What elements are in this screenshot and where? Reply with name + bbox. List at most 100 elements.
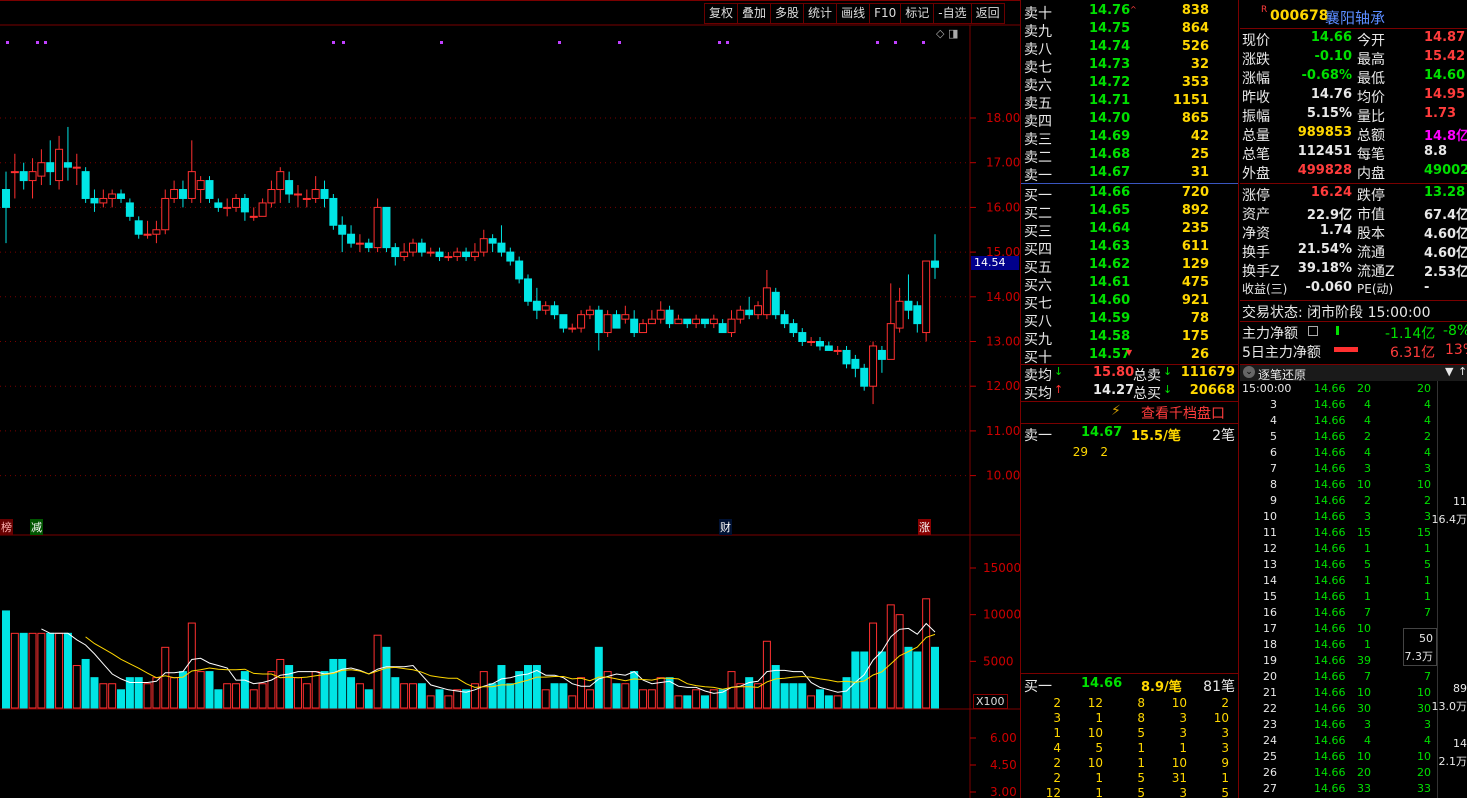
volume-bar[interactable]	[541, 689, 550, 709]
volume-bar[interactable]	[302, 683, 311, 709]
candle[interactable]	[373, 206, 382, 249]
volume-bar[interactable]	[674, 695, 683, 709]
candle[interactable]	[426, 251, 435, 254]
buy-level-row[interactable]: 买九 14.58 175	[1023, 329, 1237, 348]
candle[interactable]	[931, 260, 939, 268]
volume-bar[interactable]	[479, 671, 488, 709]
candle[interactable]	[338, 224, 347, 235]
volume-bar[interactable]	[515, 671, 524, 709]
volume-bar[interactable]	[683, 695, 692, 709]
candle[interactable]	[833, 349, 842, 352]
buy-level-row[interactable]: 买一 14.66 720	[1023, 185, 1237, 204]
candle[interactable]	[37, 162, 46, 177]
candle[interactable]	[99, 197, 108, 204]
marker-rank[interactable]: 榜	[0, 519, 13, 535]
volume-bar[interactable]	[780, 683, 789, 709]
candle[interactable]	[55, 148, 64, 182]
candle[interactable]	[789, 323, 798, 334]
volume-bar[interactable]	[267, 671, 276, 709]
volume-bar[interactable]	[877, 651, 886, 709]
volume-bar[interactable]	[391, 677, 400, 709]
candle[interactable]	[745, 309, 754, 316]
candle[interactable]	[355, 242, 364, 245]
candle[interactable]	[621, 314, 630, 320]
info-icon[interactable]	[1308, 326, 1318, 336]
candle[interactable]	[869, 345, 878, 387]
candle[interactable]	[524, 278, 533, 302]
volume-bar[interactable]	[692, 689, 701, 709]
toolbar-button[interactable]: 返回	[970, 3, 1005, 24]
candle[interactable]	[196, 180, 205, 191]
candle[interactable]	[10, 171, 19, 174]
volume-bar[interactable]	[497, 665, 506, 709]
candle[interactable]	[152, 229, 161, 235]
flow5-row[interactable]: 5日主力净额 6.31亿 13%	[1242, 342, 1467, 361]
volume-bar[interactable]	[700, 695, 709, 709]
candle[interactable]	[700, 318, 709, 325]
volume-bar[interactable]	[196, 671, 205, 709]
volume-bar[interactable]	[276, 658, 285, 709]
candle[interactable]	[568, 327, 577, 330]
candle[interactable]	[559, 314, 568, 329]
candle[interactable]	[718, 323, 727, 334]
toolbar-button[interactable]: 画线	[836, 3, 871, 24]
candle[interactable]	[293, 193, 302, 196]
candle[interactable]	[347, 233, 356, 244]
candle[interactable]	[285, 180, 294, 195]
candle[interactable]	[780, 314, 789, 325]
volume-bar[interactable]	[577, 677, 586, 709]
volume-bar[interactable]	[10, 632, 19, 709]
candle[interactable]	[232, 197, 241, 208]
candle[interactable]	[754, 305, 763, 316]
volume-bar[interactable]	[444, 695, 453, 709]
candle[interactable]	[329, 197, 338, 226]
candle[interactable]	[249, 215, 258, 218]
volume-bar[interactable]	[19, 632, 28, 709]
marker-finance[interactable]: 财	[719, 519, 732, 535]
candle[interactable]	[470, 251, 479, 258]
candle[interactable]	[391, 247, 400, 258]
ticks-header[interactable]: ⌄ 逐笔还原 ▼ ↑	[1240, 364, 1467, 382]
volume-bar[interactable]	[833, 695, 842, 709]
buy-level-row[interactable]: 买四 14.63 611	[1023, 239, 1237, 258]
quote-header[interactable]: R 000678 襄阳轴承	[1242, 3, 1467, 27]
candle[interactable]	[178, 189, 187, 199]
view-depth-button[interactable]: ⚡ 查看千档盘口	[1023, 403, 1237, 423]
volume-bar[interactable]	[170, 677, 179, 709]
volume-bar[interactable]	[585, 689, 594, 709]
sell-level-row[interactable]: 卖六 14.72 353	[1023, 75, 1237, 94]
candle[interactable]	[276, 171, 285, 191]
candle[interactable]	[170, 189, 179, 199]
candle[interactable]	[736, 309, 745, 320]
volume-bar[interactable]	[453, 689, 462, 709]
candlestick-chart[interactable]: 18.0017.0016.0015.0014.0013.0012.0011.00…	[0, 1, 1020, 798]
volume-bar[interactable]	[117, 689, 126, 709]
volume-bar[interactable]	[285, 665, 294, 709]
candle[interactable]	[612, 314, 621, 329]
toolbar-button[interactable]: 多股	[770, 3, 805, 24]
candle[interactable]	[709, 318, 718, 325]
candle[interactable]	[798, 332, 807, 342]
candle[interactable]	[311, 189, 320, 199]
candle[interactable]	[727, 318, 736, 334]
volume-bar[interactable]	[524, 665, 533, 709]
sell-level-row[interactable]: 卖八 14.74 526	[1023, 39, 1237, 58]
candle[interactable]	[479, 238, 488, 253]
volume-bar[interactable]	[771, 665, 780, 709]
candle[interactable]	[267, 189, 276, 204]
candle[interactable]	[143, 233, 152, 236]
candle[interactable]	[19, 171, 28, 182]
volume-bar[interactable]	[258, 683, 267, 709]
volume-bar[interactable]	[249, 689, 258, 709]
volume-bar[interactable]	[90, 677, 99, 709]
volume-bar[interactable]	[488, 683, 497, 709]
volume-bar[interactable]	[400, 683, 409, 709]
candle[interactable]	[364, 242, 373, 249]
volume-bar[interactable]	[46, 632, 55, 709]
volume-bar[interactable]	[550, 683, 559, 709]
candle[interactable]	[497, 242, 506, 253]
volume-bar[interactable]	[355, 683, 364, 709]
volume-bar[interactable]	[922, 598, 931, 709]
volume-bar[interactable]	[727, 671, 736, 709]
candle[interactable]	[541, 305, 550, 311]
